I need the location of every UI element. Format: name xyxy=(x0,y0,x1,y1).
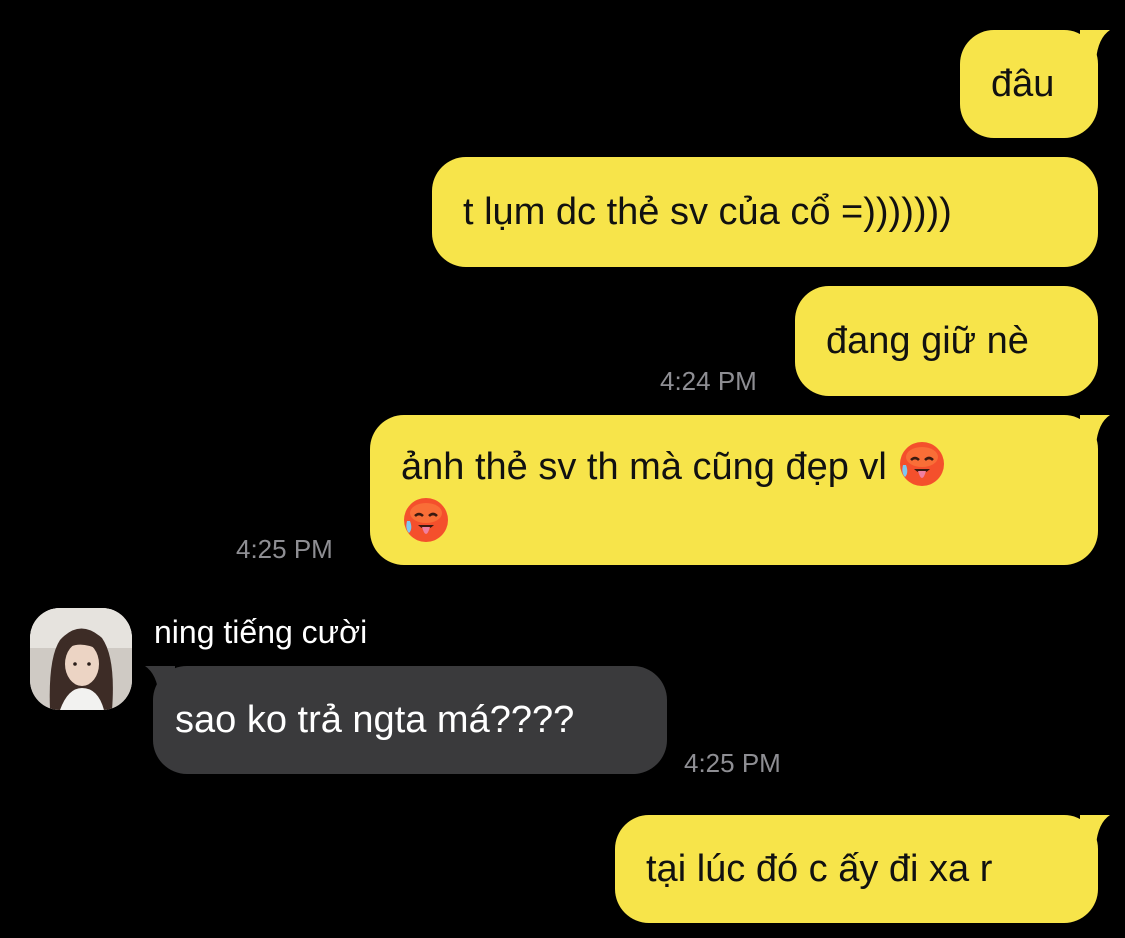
bubble-tail xyxy=(1080,815,1110,845)
outgoing-message[interactable]: tại lúc đó c ấy đi xa r xyxy=(615,815,1098,923)
hot-face-emoji xyxy=(900,442,945,486)
message-text: đâu xyxy=(991,63,1055,105)
outgoing-message[interactable]: đang giữ nè xyxy=(795,286,1098,396)
outgoing-message[interactable]: t lụm dc thẻ sv của cổ =))))))) xyxy=(432,157,1098,267)
bubble-tail xyxy=(1080,30,1110,60)
avatar[interactable] xyxy=(30,608,132,710)
avatar-photo-icon xyxy=(30,608,132,710)
message-text: ảnh thẻ sv th mà cũng đẹp vl xyxy=(401,446,887,488)
outgoing-message[interactable]: ảnh thẻ sv th mà cũng đẹp vl xyxy=(370,415,1098,565)
bubble-tail xyxy=(145,666,175,696)
bubble-tail xyxy=(1080,415,1110,445)
hot-face-emoji xyxy=(404,498,448,542)
message-text: sao ko trả ngta má???? xyxy=(175,699,575,741)
sender-name: ning tiếng cười xyxy=(154,614,368,650)
timestamp: 4:25 PM xyxy=(684,748,781,778)
incoming-message[interactable]: sao ko trả ngta má???? xyxy=(153,666,667,774)
outgoing-message[interactable]: đâu xyxy=(960,30,1098,138)
message-text: tại lúc đó c ấy đi xa r xyxy=(646,848,993,890)
timestamp: 4:25 PM xyxy=(236,534,333,564)
message-text: đang giữ nè xyxy=(826,320,1029,362)
timestamp: 4:24 PM xyxy=(660,366,757,396)
message-text: t lụm dc thẻ sv của cổ =))))))) xyxy=(463,191,952,233)
